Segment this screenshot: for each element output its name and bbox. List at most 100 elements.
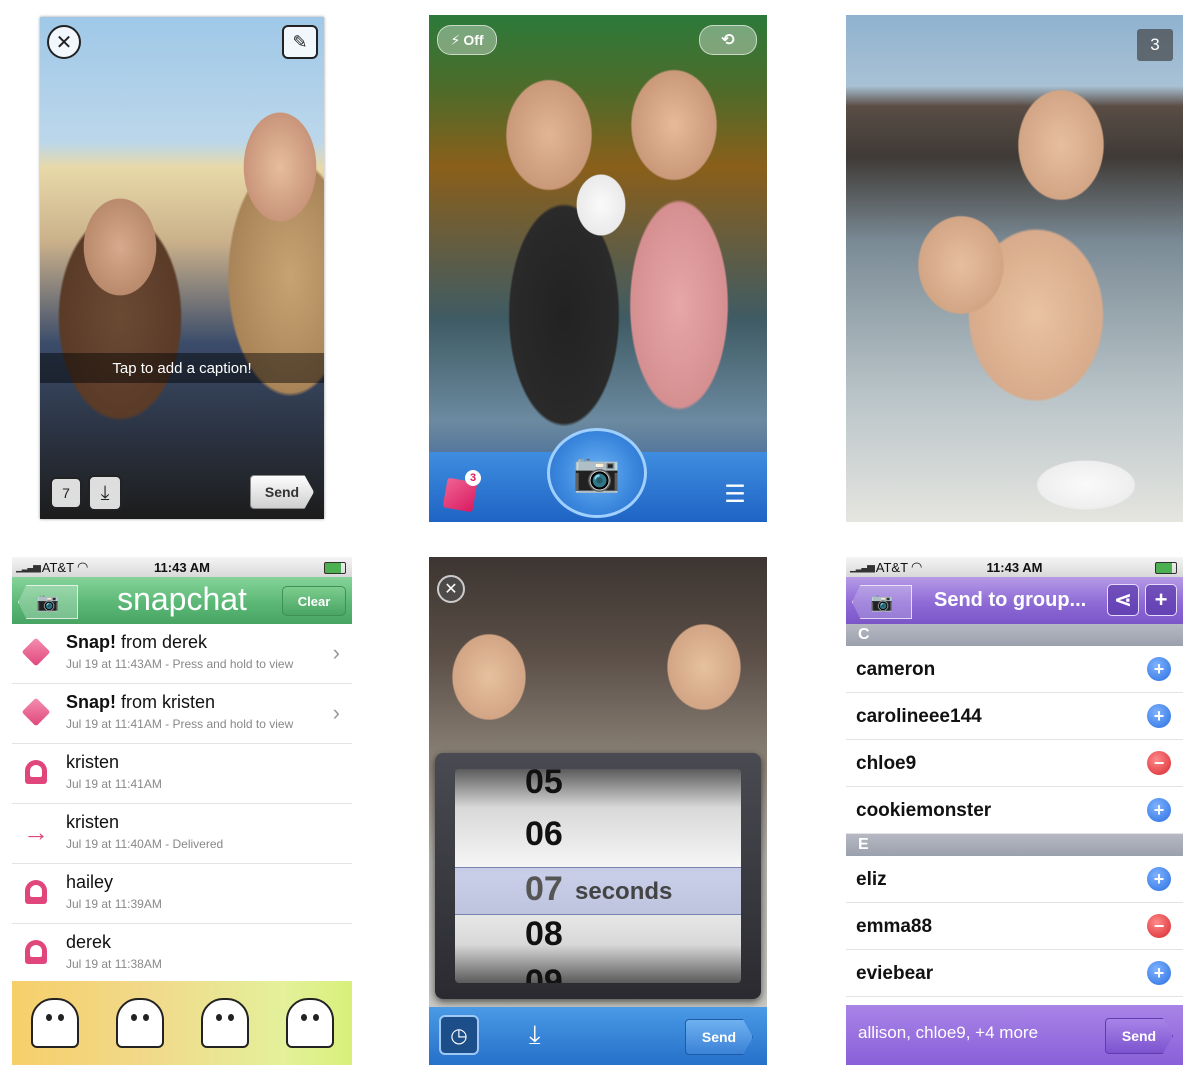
contact-row[interactable]: emma88 − [846, 903, 1183, 950]
feed-row[interactable]: → kristen Jul 19 at 11:40AM - Delivered [12, 804, 352, 864]
recipients-bar: allison, chloe9, +4 more Send [846, 1005, 1183, 1065]
snap-photo [846, 15, 1183, 522]
bottom-toolbar: ◷ ⤓ Send [429, 1007, 767, 1065]
countdown-counter: 3 [1137, 29, 1173, 61]
status-bar: ▁▂▃▅ AT&T ◠ 11:43 AM [846, 557, 1183, 577]
ghost-icon [30, 998, 79, 1048]
picker-option[interactable]: 05 [525, 769, 563, 802]
feed-title: Snap! from derek [66, 632, 208, 652]
add-icon[interactable]: + [1145, 584, 1177, 616]
feed-title: kristen [66, 812, 120, 832]
timer-screen: ✕ 09 08 06 05 07 seconds ◷ ⤓ Send [429, 557, 767, 1065]
send-button[interactable]: Send [250, 475, 314, 509]
camera-back-button[interactable]: 📷 [852, 585, 912, 619]
snap-cube-icon [21, 637, 51, 667]
send-button[interactable]: Send [685, 1019, 753, 1055]
ghost-icon [22, 758, 50, 786]
picker-option[interactable]: 06 [525, 815, 563, 854]
sent-arrow-icon: → [23, 816, 49, 847]
timer-icon[interactable]: 7 [50, 477, 82, 509]
feed-title: kristen [66, 752, 120, 772]
selected-unit: seconds [575, 878, 673, 905]
download-icon[interactable]: ⤓ [529, 1019, 541, 1051]
ghost-icon [22, 878, 50, 906]
ghost-pattern [12, 981, 352, 1065]
feed-row[interactable]: kristen Jul 19 at 11:41AM [12, 744, 352, 804]
timer-icon[interactable]: ◷ [439, 1015, 479, 1055]
status-time: 11:43 AM [154, 559, 210, 575]
picker-option[interactable]: 08 [525, 915, 563, 954]
flip-camera-icon[interactable]: ⟲ [699, 25, 757, 55]
camera-icon: 📷 [870, 591, 894, 612]
contact-row[interactable]: cameron + [846, 646, 1183, 693]
contact-row[interactable]: chloe9 − [846, 740, 1183, 787]
chevron-right-icon: › [332, 700, 340, 725]
remove-circle-icon[interactable]: − [1147, 751, 1171, 775]
send-button[interactable]: Send [1105, 1018, 1173, 1054]
contact-name: eviebear [856, 963, 934, 984]
pencil-icon[interactable]: ✎ [282, 25, 318, 59]
share-icon[interactable]: ⋖ [1107, 584, 1139, 616]
nav-bar: 📷 Send to group... ⋖ + [846, 577, 1183, 624]
contact-name: emma88 [856, 916, 933, 937]
contact-row[interactable]: cookiemonster + [846, 787, 1183, 834]
caption-screen: ✕ ✎ Tap to add a caption! 7 ⤓ Send [40, 17, 324, 519]
chevron-right-icon: › [332, 640, 340, 665]
add-circle-icon[interactable]: + [1147, 798, 1171, 822]
picker-wheel[interactable]: 09 08 06 05 07 seconds [455, 769, 741, 983]
add-circle-icon[interactable]: + [1147, 961, 1171, 985]
picker-selection: 07 seconds [455, 867, 741, 915]
remove-circle-icon[interactable]: − [1147, 914, 1171, 938]
add-circle-icon[interactable]: + [1147, 704, 1171, 728]
feed-row[interactable]: derek Jul 19 at 11:38AM [12, 924, 352, 984]
contact-row[interactable]: carolineee144 + [846, 693, 1183, 740]
caption-bar[interactable]: Tap to add a caption! [40, 353, 324, 383]
close-icon[interactable]: ✕ [437, 575, 465, 603]
camera-icon[interactable]: 📷 [547, 428, 647, 518]
snap-cube-icon [21, 697, 51, 727]
ghost-icon [115, 998, 164, 1048]
feed-title: hailey [66, 872, 114, 892]
nav-bar: 📷 snapchat Clear [12, 577, 352, 624]
clear-button[interactable]: Clear [282, 586, 346, 616]
battery-icon [324, 562, 346, 574]
feed-row[interactable]: Snap! from kristen Jul 19 at 11:41AM - Pr… [12, 684, 352, 744]
contact-name: eliz [856, 869, 887, 890]
list-icon[interactable]: ☰ [721, 482, 749, 508]
add-circle-icon[interactable]: + [1147, 657, 1171, 681]
feed-row[interactable]: Snap! from derek Jul 19 at 11:43AM - Pres… [12, 624, 352, 684]
contact-row[interactable]: eliz + [846, 856, 1183, 903]
inbox-badge: 3 [465, 470, 481, 486]
battery-icon [1155, 562, 1177, 574]
page-title: Send to group... [934, 589, 1087, 611]
add-circle-icon[interactable]: + [1147, 867, 1171, 891]
download-icon[interactable]: ⤓ [88, 475, 122, 511]
send-to-group-screen: ▁▂▃▅ AT&T ◠ 11:43 AM 📷 Send to group... ⋖ … [846, 557, 1183, 1065]
section-header: E [846, 834, 1183, 856]
feed-title: Snap! from kristen [66, 692, 216, 712]
snap-photo [40, 17, 324, 519]
close-icon[interactable]: ✕ [47, 25, 81, 59]
feed-screen: ▁▂▃▅ AT&T ◠ 11:43 AM 📷 snapchat Clear Snap… [12, 557, 352, 1065]
contact-row[interactable]: eviebear + [846, 950, 1183, 997]
selected-value: 07 [525, 870, 563, 908]
ghost-icon [200, 998, 249, 1048]
section-header: C [846, 624, 1183, 646]
ghost-icon [22, 938, 50, 966]
contact-name: chloe9 [856, 753, 917, 774]
camera-screen: ⚡ Off ⟲ 3 📷 ☰ [429, 15, 767, 522]
ghost-icon [285, 998, 334, 1048]
status-bar: ▁▂▃▅ AT&T ◠ 11:43 AM [12, 557, 352, 577]
snap-feed: Snap! from derek Jul 19 at 11:43AM - Pres… [12, 624, 352, 984]
feed-subtitle: Jul 19 at 11:40AM - Delivered [66, 837, 224, 851]
flash-label: Off [463, 32, 484, 48]
feed-subtitle: Jul 19 at 11:38AM [66, 957, 162, 971]
feed-subtitle: Jul 19 at 11:43AM - Press and hold to vi… [66, 657, 294, 671]
contact-name: cameron [856, 659, 936, 680]
flash-toggle[interactable]: ⚡ Off [437, 25, 497, 55]
seconds-picker[interactable]: 09 08 06 05 07 seconds [435, 753, 761, 999]
picker-option[interactable]: 09 [525, 963, 563, 983]
feed-title: derek [66, 932, 112, 952]
feed-subtitle: Jul 19 at 11:39AM [66, 897, 162, 911]
feed-row[interactable]: hailey Jul 19 at 11:39AM [12, 864, 352, 924]
